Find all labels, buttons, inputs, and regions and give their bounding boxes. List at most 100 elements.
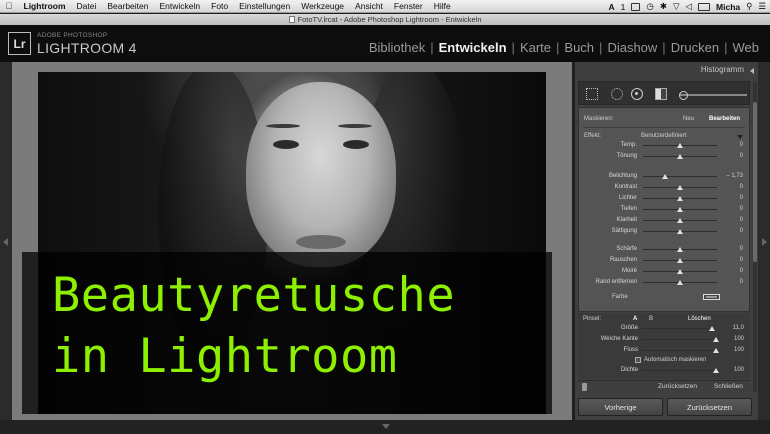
mask-new-button[interactable]: Neu (683, 116, 694, 122)
battery-icon[interactable] (698, 2, 711, 11)
module-karte[interactable]: Karte (515, 40, 556, 55)
slider-value[interactable]: 0 (740, 195, 743, 201)
slider-value[interactable]: 0 (740, 257, 743, 263)
apple-menu-icon[interactable]:  (0, 1, 18, 11)
module-bibliothek[interactable]: Bibliothek (364, 40, 430, 55)
color-swatch[interactable] (703, 294, 720, 300)
slider-value[interactable]: 0 (740, 206, 743, 212)
volume-icon[interactable]: ◁ (686, 1, 693, 12)
module-web[interactable]: Web (728, 40, 765, 55)
menu-werkzeuge[interactable]: Werkzeuge (296, 1, 350, 11)
auto-mask-checkbox[interactable] (635, 357, 641, 363)
brush-erase-button[interactable]: Löschen (688, 316, 711, 322)
slider-thumb[interactable] (709, 326, 716, 331)
effect-label: Effekt: (584, 133, 601, 139)
slider-thumb[interactable] (677, 229, 683, 234)
slider-track[interactable] (642, 350, 716, 351)
slider-thumb[interactable] (677, 280, 683, 285)
slider-value[interactable]: 0 (740, 153, 743, 159)
slider-thumb[interactable] (713, 368, 719, 373)
slider-value[interactable]: 0 (740, 228, 743, 234)
auto-mask-label: Automatisch maskieren (644, 357, 707, 363)
slider-label: Tiefen (620, 206, 637, 212)
wifi-icon[interactable]: ▽ (673, 1, 680, 12)
tool-onoff-switch[interactable] (582, 383, 587, 391)
crop-tool-icon[interactable] (586, 88, 598, 100)
module-buch[interactable]: Buch (559, 40, 599, 55)
slider-thumb[interactable] (677, 207, 683, 212)
bluetooth-icon[interactable]: ✱ (660, 1, 667, 12)
menu-fenster[interactable]: Fenster (388, 1, 428, 11)
module-drucken[interactable]: Drucken (666, 40, 724, 55)
notification-list-icon[interactable]: ☰ (758, 1, 766, 12)
slider-value[interactable]: 0 (740, 184, 743, 190)
scrollbar-thumb[interactable] (753, 102, 757, 262)
slider-value[interactable]: 100 (734, 367, 744, 373)
menu-einstellungen[interactable]: Einstellungen (234, 1, 296, 11)
slider-value[interactable]: 0 (740, 142, 743, 148)
slider-track[interactable] (642, 370, 716, 371)
slider-value[interactable]: 100 (734, 347, 744, 353)
spot-removal-tool-icon[interactable] (611, 88, 623, 100)
user-name[interactable]: Micha (716, 2, 740, 12)
menu-ansicht[interactable]: Ansicht (350, 1, 389, 11)
menu-lightroom[interactable]: Lightroom (18, 1, 71, 11)
slider-thumb[interactable] (677, 196, 683, 201)
effect-disclosure-icon[interactable] (737, 135, 743, 139)
module-diashow[interactable]: Diashow (602, 40, 662, 55)
slider-thumb[interactable] (713, 348, 719, 353)
left-panel-toggle[interactable] (0, 62, 12, 420)
menu-hilfe[interactable]: Hilfe (428, 1, 456, 11)
adjustment-brush-tool-icon[interactable] (679, 91, 747, 100)
slider-thumb[interactable] (662, 174, 669, 179)
panel-scrollbar[interactable] (753, 82, 757, 392)
slider-value[interactable]: 0 (740, 217, 743, 223)
slider-thumb[interactable] (677, 143, 683, 148)
spotlight-search-icon[interactable]: ⚲ (746, 1, 752, 12)
slider-track[interactable] (643, 176, 717, 177)
adobe-status-icon[interactable]: A (609, 2, 615, 12)
histogram-header[interactable]: Histogramm (575, 65, 758, 78)
slider-track[interactable] (642, 339, 716, 340)
reset-button[interactable]: Zurücksetzen (667, 398, 752, 416)
filmstrip-toggle[interactable] (0, 420, 770, 434)
menu-foto[interactable]: Foto (206, 1, 234, 11)
slider-value[interactable]: 0 (740, 268, 743, 274)
close-small-button[interactable]: Schließen (714, 383, 743, 390)
slider-value[interactable]: 0 (740, 246, 743, 252)
menu-datei[interactable]: Datei (71, 1, 102, 11)
slider-value[interactable]: 0 (740, 279, 743, 285)
slider-thumb[interactable] (677, 247, 683, 252)
brush-b-button[interactable]: B (649, 316, 653, 322)
slider-value[interactable]: – 1,73 (726, 173, 743, 179)
mask-edit-button[interactable]: Bearbeiten (709, 116, 740, 122)
right-panel-toggle[interactable] (758, 62, 770, 420)
slider-thumb[interactable] (677, 258, 683, 263)
brush-a-button[interactable]: A (633, 316, 637, 322)
menu-bearbeiten[interactable]: Bearbeiten (102, 1, 154, 11)
slider-thumb[interactable] (713, 337, 719, 342)
menu-entwickeln[interactable]: Entwickeln (154, 1, 206, 11)
headline-line-2: in Lightroom (52, 329, 398, 384)
slider-thumb[interactable] (677, 185, 683, 190)
slider-thumb[interactable] (677, 154, 683, 159)
display-icon[interactable] (631, 2, 641, 11)
slider-thumb[interactable] (677, 218, 683, 223)
document-icon (288, 16, 295, 23)
effect-preset-dropdown[interactable]: Benutzerdefiniert (641, 133, 686, 139)
module-entwickeln[interactable]: Entwickeln (434, 40, 512, 55)
slider-label: Kontrast (614, 184, 637, 190)
slider-thumb[interactable] (677, 269, 683, 274)
slider-value[interactable]: 100 (734, 336, 744, 342)
brand-subtitle: ADOBE PHOTOSHOP (37, 32, 108, 39)
brush-label: Pinsel: (583, 316, 602, 322)
slider-track[interactable] (642, 328, 716, 329)
timemachine-icon[interactable]: ◷ (646, 1, 653, 12)
reset-small-button[interactable]: Zurücksetzen (658, 383, 697, 390)
slider-label: Fluss (623, 347, 638, 353)
red-eye-tool-icon[interactable] (631, 88, 643, 100)
previous-button[interactable]: Vorherige (578, 398, 663, 416)
slider-value[interactable]: 11,0 (733, 325, 744, 331)
graduated-filter-tool-icon[interactable] (655, 88, 667, 100)
right-arrow-icon (762, 238, 767, 246)
